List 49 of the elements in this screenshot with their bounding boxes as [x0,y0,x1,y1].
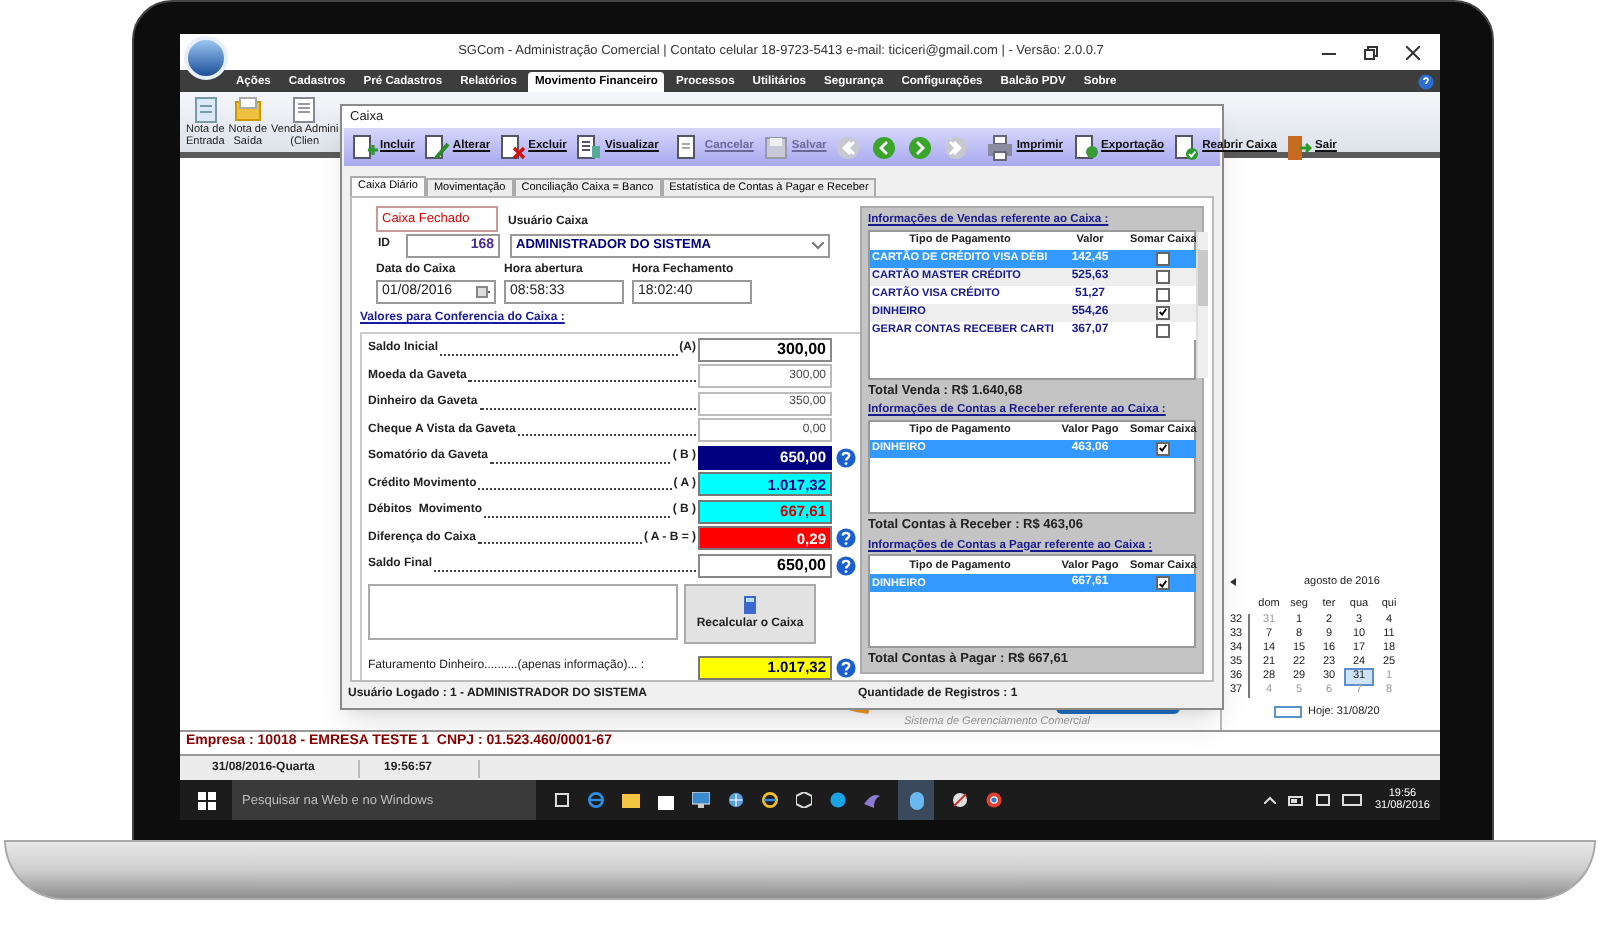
document-check-icon [1172,133,1201,162]
app-logo-icon[interactable] [184,36,228,80]
checkbox[interactable] [1156,323,1171,338]
task-view-icon [554,792,570,808]
toolbar-button[interactable] [904,131,937,164]
caret-up-icon [1264,796,1277,804]
restore-icon [1364,45,1378,59]
toolbar-button[interactable] [868,131,901,164]
checkbox[interactable] [1156,251,1171,266]
document-icon [191,96,220,124]
scrollbar[interactable] [1196,231,1209,378]
folder-icon [622,792,640,808]
document-plus-icon [350,133,378,162]
globe-icon [728,792,744,808]
calendar-icon [476,285,490,298]
help-icon [1418,74,1434,90]
document-arrow-icon [1071,133,1100,162]
monitor-icon [692,792,710,808]
browser-e-icon [588,792,604,808]
checkbox[interactable] [1156,287,1171,302]
battery-icon [1288,795,1305,805]
checkbox[interactable] [1156,305,1171,320]
folder-icon [233,96,262,124]
document-pencil-icon [422,133,451,162]
checkbox[interactable] [1156,441,1171,456]
today-marker [1274,705,1302,718]
calculator-icon [744,595,756,614]
value-field: 300,00 [698,337,832,362]
double-arrow-left-icon [834,133,863,162]
arrow-right-icon [906,133,935,162]
windows-logo-icon [197,791,215,809]
caret-down-icon [812,241,824,250]
document-icon [290,96,319,124]
checkbox[interactable] [1156,576,1171,591]
caret-left-icon [1230,578,1236,587]
taskbar-active-app[interactable] [898,780,934,820]
double-arrow-right-icon [942,133,971,162]
keyboard-icon [1342,794,1363,806]
browser-e-icon [762,792,778,808]
close-icon [1406,45,1420,59]
door-icon [1284,133,1313,162]
browser-circle-icon [986,792,1002,808]
arrow-left-icon [870,133,899,162]
document-lines-icon [574,133,603,162]
cube-icon [796,792,812,808]
value-field: 650,00 [698,553,832,578]
checkbox[interactable] [1156,269,1171,284]
printer-icon [986,133,1015,162]
document-cross-icon [498,133,527,162]
